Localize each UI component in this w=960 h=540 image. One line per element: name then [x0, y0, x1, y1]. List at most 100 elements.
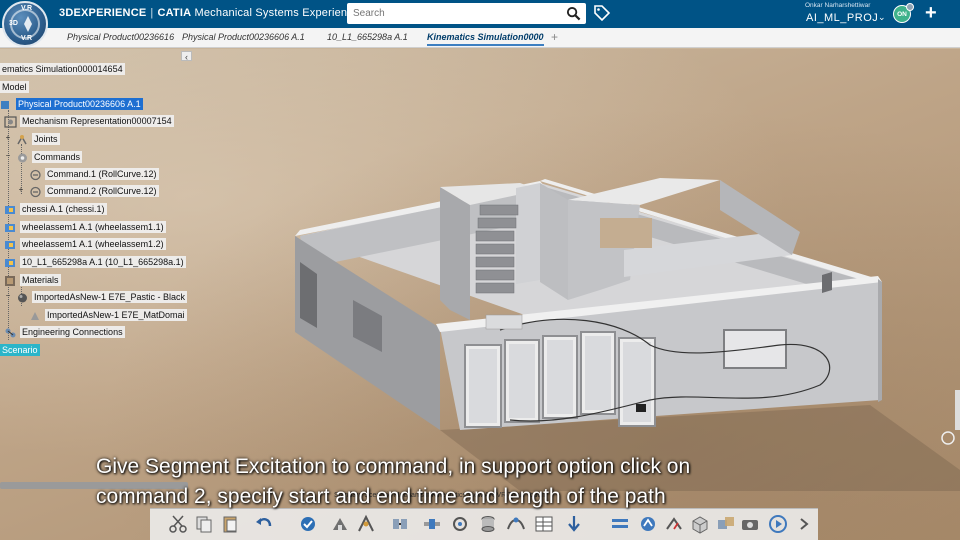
compass-left-label: 3D — [9, 20, 18, 27]
compass-needle-icon — [24, 16, 32, 32]
right-panel-handle[interactable] — [955, 390, 960, 430]
tree-item-scenario[interactable]: Scenario — [0, 343, 40, 356]
user-name: Onkar Narharshettiwar — [805, 2, 871, 9]
speed-icon[interactable] — [664, 514, 684, 534]
tree-item-command-1[interactable]: Command.1 (RollCurve.12) — [29, 167, 159, 180]
command-icon — [29, 185, 42, 197]
table-icon[interactable] — [534, 514, 554, 534]
tree-item-wheelassem-2[interactable]: wheelassem1 A.1 (wheelassem1.2) — [4, 237, 166, 250]
tab-bar: Physical Product00236616 Physical Produc… — [0, 28, 960, 48]
tree-item-label: ImportedAsNew-1 E7E_Pastic - Black — [32, 290, 188, 303]
materials-icon — [4, 274, 17, 286]
camera-icon[interactable] — [740, 514, 760, 534]
tree-item-label: ImportedAsNew-1 E7E_MatDomai — [45, 308, 187, 321]
tree-item-label: wheelassem1 A.1 (wheelassem1.1) — [20, 220, 166, 233]
part-icon — [4, 221, 17, 233]
slide-joint-icon[interactable] — [422, 514, 442, 534]
tree-item-label: Command.2 (RollCurve.12) — [45, 184, 159, 197]
tree-item-imported-pastic-black[interactable]: ImportedAsNew-1 E7E_Pastic - Black — [16, 290, 188, 303]
tree-item-mechanism-representation[interactable]: Mechanism Representation00007154 — [4, 114, 174, 128]
tree-item-label: Command.1 (RollCurve.12) — [45, 167, 159, 180]
tree-item-label: Engineering Connections — [20, 325, 125, 338]
stairs — [475, 204, 519, 294]
caption-line-1: Give Segment Excitation to command, in s… — [96, 455, 691, 478]
tab-physical-product-00236606[interactable]: Physical Product00236606 A.1 — [182, 32, 305, 42]
tree-collapse-button[interactable]: ‹ — [181, 51, 192, 62]
tree-item-label: ematics Simulation000014654 — [0, 62, 125, 75]
curve-joint-icon[interactable] — [506, 514, 526, 534]
commands-icon — [16, 151, 29, 163]
tree-item-chessi[interactable]: chessi A.1 (chessi.1) — [4, 202, 107, 215]
add-icon[interactable]: + — [925, 2, 937, 24]
search-input[interactable] — [347, 3, 557, 24]
paste-icon[interactable] — [220, 514, 240, 534]
add-tab-icon[interactable]: + — [551, 30, 558, 44]
copy-icon[interactable] — [194, 514, 214, 534]
joints-icon — [16, 133, 29, 145]
part-icon — [4, 203, 17, 215]
top-bar: 3DEXPERIENCE | CATIA Mechanical Systems Ex… — [0, 0, 960, 28]
tree-item-model[interactable]: Model — [0, 80, 29, 93]
project-selector[interactable]: AI_ML_PROJ — [806, 12, 878, 24]
expand-icon[interactable]: + — [17, 185, 25, 194]
mechanism-icon — [4, 115, 17, 128]
chevron-right-icon[interactable] — [794, 514, 814, 534]
tree-item-label: Mechanism Representation00007154 — [20, 114, 174, 127]
cylindrical-joint-icon[interactable] — [478, 514, 498, 534]
undo-icon[interactable] — [254, 514, 274, 534]
tree-item-label: wheelassem1 A.1 (wheelassem1.2) — [20, 237, 166, 250]
tree-item-label: Commands — [32, 150, 83, 163]
tree-item-materials[interactable]: Materials — [4, 273, 61, 286]
tree-item-physical-product[interactable]: Physical Product00236606 A.1 — [0, 97, 143, 110]
update-icon[interactable] — [298, 514, 318, 534]
rigid-joint-icon[interactable] — [390, 514, 410, 534]
compass-bottom-label: V.R — [21, 35, 33, 42]
tree-item-command-2[interactable]: Command.2 (RollCurve.12) — [29, 184, 159, 197]
down-arrow-icon[interactable] — [564, 514, 584, 534]
tree-item-label: Model — [0, 80, 29, 93]
search-box[interactable] — [347, 3, 586, 24]
tag-icon[interactable] — [593, 4, 611, 22]
tab-physical-product-00236616[interactable]: Physical Product00236616 — [67, 32, 174, 42]
collapse-icon[interactable]: − — [4, 151, 12, 160]
tree-item-label: Physical Product00236606 A.1 — [16, 97, 143, 110]
compass-top-label: V.R — [21, 5, 33, 12]
box-icon[interactable] — [690, 514, 710, 534]
tree-item-kinematics-simulation[interactable]: ematics Simulation000014654 — [0, 62, 125, 75]
video-caption: Give Segment Excitation to command, in s… — [96, 452, 856, 512]
tab-10-l1-665298a[interactable]: 10_L1_665298a A.1 — [327, 32, 408, 42]
brand-catia: CATIA — [157, 7, 192, 19]
expand-icon[interactable]: + — [4, 133, 12, 142]
tree-item-label: chessi A.1 (chessi.1) — [20, 202, 107, 215]
tree-item-commands[interactable]: Commands — [16, 150, 83, 163]
tree-item-engineering-connections[interactable]: Engineering Connections — [4, 325, 125, 338]
part-icon — [4, 256, 17, 268]
tree-item-label: Materials — [20, 273, 61, 286]
action-bar — [150, 508, 818, 540]
simulation-icon[interactable] — [638, 514, 658, 534]
tree-item-wheelassem-1[interactable]: wheelassem1 A.1 (wheelassem1.1) — [4, 220, 166, 233]
revolute-joint-icon[interactable] — [450, 514, 470, 534]
connections-icon — [4, 326, 17, 338]
mechanism-tool-icon[interactable] — [330, 514, 350, 534]
cut-icon[interactable] — [168, 514, 188, 534]
tab-kinematics-simulation[interactable]: Kinematics Simulation0000 — [427, 32, 544, 46]
chevron-down-icon[interactable]: ⌄ — [878, 12, 886, 23]
tree-item-label: Joints — [32, 132, 60, 145]
tree-item-imported-matdomai[interactable]: ImportedAsNew-1 E7E_MatDomai — [29, 308, 187, 321]
collapse-icon[interactable]: − — [4, 291, 12, 300]
part-icon — [4, 238, 17, 250]
product-icon — [0, 98, 13, 110]
play-icon[interactable] — [768, 514, 788, 534]
tree-item-10-l1-665298a[interactable]: 10_L1_665298a A.1 (10_L1_665298a.1) — [4, 255, 186, 268]
sensor-icon[interactable] — [610, 514, 630, 534]
compass-icon[interactable]: V.R 3D V.R — [2, 1, 48, 47]
app-subtitle: Mechanical Systems Experience — [194, 7, 360, 19]
tree-item-joints[interactable]: Joints — [16, 132, 60, 145]
joint-tool-icon[interactable] — [356, 514, 376, 534]
notification-dot — [906, 3, 914, 11]
tree-item-label: Scenario — [0, 343, 40, 356]
caption-line-2: command 2, specify start and end time an… — [96, 485, 666, 508]
search-icon[interactable] — [566, 6, 581, 21]
clash-icon[interactable] — [716, 514, 736, 534]
